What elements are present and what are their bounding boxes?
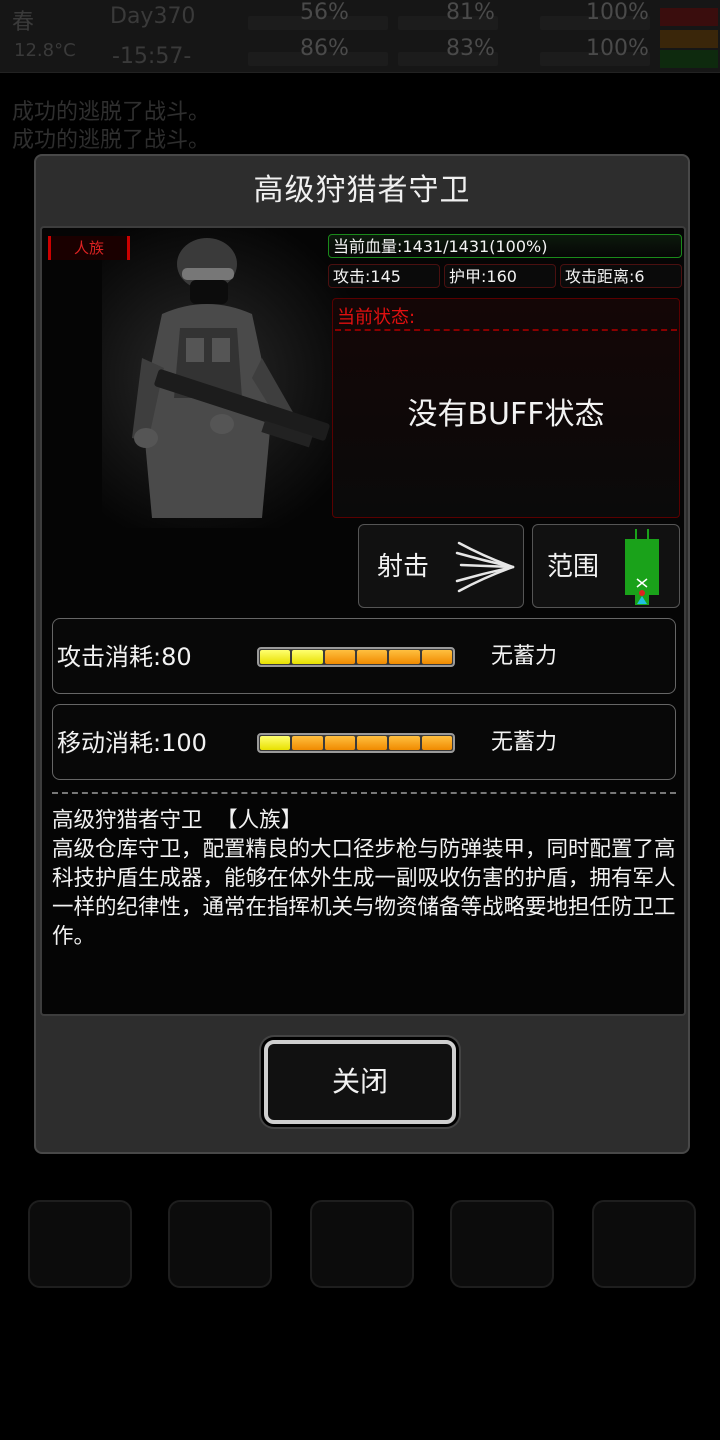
character-button[interactable]: [168, 1200, 272, 1288]
move-cost-row: 移动消耗:100 无蓄力: [52, 704, 676, 780]
hp-readout: 当前血量:1431/1431(100%): [328, 234, 682, 258]
day-counter: Day370: [110, 4, 196, 29]
attack-cost-label: 攻击消耗:80: [57, 643, 192, 671]
armor-stat: 护甲:160: [444, 264, 556, 288]
bullet-spread-icon: [455, 541, 515, 593]
menu-button[interactable]: [592, 1200, 696, 1288]
energy-segment: [260, 650, 291, 664]
log-line: 成功的逃脱了战斗。: [12, 128, 211, 153]
energy-segment: [324, 736, 355, 750]
energy-segment: [260, 736, 291, 750]
mood-stat-value: 100%: [586, 36, 649, 61]
description-header: 高级狩猎者守卫 【人族】: [52, 808, 303, 833]
status-label: 当前状态:: [337, 307, 416, 328]
energy-segment: [292, 650, 323, 664]
backpack-button[interactable]: [28, 1200, 132, 1288]
energy-segment: [421, 650, 452, 664]
temperature-label: 12.8°C: [14, 40, 76, 61]
description-body: 高级仓库守卫，配置精良的大口径步枪与防弹装甲，同时配置了高科技护盾生成器，能够在…: [52, 837, 676, 949]
shop-button[interactable]: [450, 1200, 554, 1288]
range-grid-icon: [625, 529, 659, 605]
range-skill-button[interactable]: 范围: [532, 524, 680, 608]
enemy-description: 高级狩猎者守卫 【人族】 高级仓库守卫，配置精良的大口径步枪与防弹装甲，同时配置…: [52, 806, 680, 951]
shoot-skill-button[interactable]: 射击: [358, 524, 524, 608]
range-skill-label: 范围: [547, 552, 600, 582]
attack-range-stat: 攻击距离:6: [560, 264, 682, 288]
energy-segment: [356, 736, 388, 750]
enemy-portrait: [102, 228, 352, 528]
health-stat-value: 56%: [300, 0, 349, 25]
race-tag: 人族: [48, 236, 130, 260]
no-buff-text: 没有BUFF状态: [407, 397, 605, 432]
status-effects-panel: 当前状态: 没有BUFF状态: [332, 298, 680, 518]
shoot-skill-label: 射击: [377, 552, 430, 582]
attack-charge-label: 无蓄力: [491, 644, 558, 669]
move-energy-bar: [257, 733, 455, 753]
stamina-stat-value: 86%: [300, 36, 349, 61]
clock-label: -15:57-: [112, 44, 192, 69]
soldier-portrait-icon: [132, 238, 330, 518]
move-charge-label: 无蓄力: [491, 730, 558, 755]
enemy-info-dialog: 高级狩猎者守卫 人族 当前血量:1431/1431(100%) 攻击:145 护…: [34, 154, 690, 1154]
enemy-info-panel: 人族 当前血量:1431/1431(100%) 攻击:145 护甲:160 攻击…: [40, 226, 686, 1016]
status-bar-background: 春 Day370 12.8°C -15:57- 56% 81% 100% 86%…: [0, 0, 720, 73]
energy-segment: [292, 736, 323, 750]
hunger-stat-value: 81%: [446, 0, 495, 25]
energy-segment: [324, 650, 355, 664]
safe-indicator: [660, 50, 718, 68]
attack-stat: 攻击:145: [328, 264, 440, 288]
energy-segment: [421, 736, 452, 750]
attack-energy-bar: [257, 647, 455, 667]
description-divider: [52, 792, 676, 794]
quest-button[interactable]: [310, 1200, 414, 1288]
season-label: 春: [12, 10, 35, 35]
dialog-title: 高级狩猎者守卫: [253, 173, 471, 208]
attack-cost-row: 攻击消耗:80 无蓄力: [52, 618, 676, 694]
move-cost-label: 移动消耗:100: [57, 729, 207, 757]
danger-indicator: [660, 8, 718, 26]
water-stat-value: 83%: [446, 36, 495, 61]
energy-segment: [356, 650, 388, 664]
status-divider: [335, 329, 677, 331]
energy-segment: [389, 650, 420, 664]
shield-stat-value: 100%: [586, 0, 649, 25]
warning-indicator: [660, 30, 718, 48]
close-button[interactable]: 关闭: [264, 1040, 456, 1124]
energy-segment: [389, 736, 420, 750]
